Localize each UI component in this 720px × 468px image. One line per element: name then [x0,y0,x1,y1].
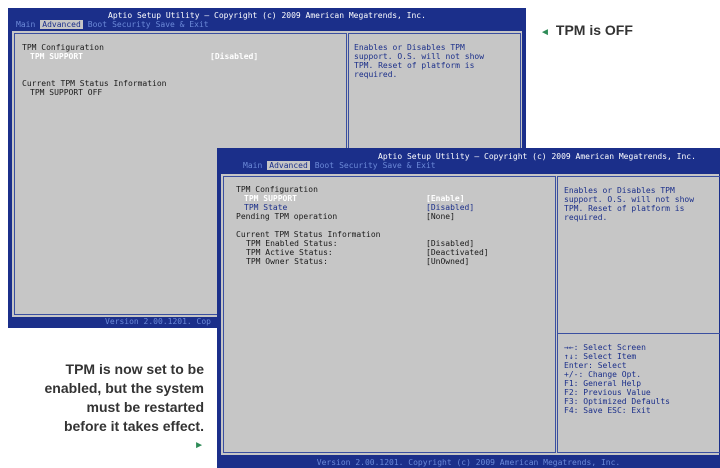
key-help-select-item: ↑↓: Select Item [564,352,637,361]
bios-tab-bar: Main Advanced Boot Security Save & Exit [8,20,526,30]
tpm-enabled-status-label: TPM Enabled Status: [246,239,338,248]
caption-line-4: before it takes effect. [63,418,204,434]
tab-boot[interactable]: Boot [315,161,334,170]
key-help-select-screen: →←: Select Screen [564,343,646,352]
arrow-right-icon: ► [194,440,204,451]
section-title: TPM Configuration [22,43,104,52]
key-help-divider [558,333,720,334]
bios-title: Aptio Setup Utility – Copyright (c) 2009… [378,152,696,161]
caption-tpm-off: ◄ TPM is OFF [540,22,633,38]
tpm-active-status-label: TPM Active Status: [246,248,333,257]
bios-footer: Version 2.00.1201. Copyright (c) 2009 Am… [316,458,621,467]
caption-tpm-enabled: TPM is now set to be enabled, but the sy… [45,360,204,455]
tab-boot[interactable]: Boot [88,20,107,29]
pending-tpm-value: [None] [426,212,455,221]
tab-advanced[interactable]: Advanced [267,161,310,170]
status-section-title: Current TPM Status Information [236,230,381,239]
tpm-owner-status-value: [UnOwned] [426,257,470,266]
bios-main-panel: TPM Configuration TPM SUPPORT [Enable] T… [220,173,720,456]
caption-tpm-off-text: TPM is OFF [555,22,633,38]
tab-save-exit[interactable]: Save & Exit [156,20,209,29]
help-text: Enables or Disables TPM support. O.S. wi… [564,186,699,222]
key-help-previous-value: F2: Previous Value [564,388,651,397]
tab-security[interactable]: Security [112,20,151,29]
tab-main[interactable]: Main [243,161,262,170]
section-title: TPM Configuration [236,185,318,194]
caption-line-2: enabled, but the system [44,380,204,396]
bios-screen-tpm-enabled: Aptio Setup Utility – Copyright (c) 2009… [217,148,720,468]
tab-main[interactable]: Main [16,20,35,29]
tab-save-exit[interactable]: Save & Exit [383,161,436,170]
key-help-change-opt: +/-: Change Opt. [564,370,642,379]
tpm-state-label[interactable]: TPM State [244,203,287,212]
key-help-enter: Enter: Select [564,361,627,370]
status-section-title: Current TPM Status Information [22,79,167,88]
tpm-support-value[interactable]: [Disabled] [210,52,258,61]
tpm-support-label[interactable]: TPM SUPPORT [244,194,297,203]
tpm-enabled-status-value: [Disabled] [426,239,475,248]
tpm-state-value[interactable]: [Disabled] [426,203,474,212]
status-line: TPM SUPPORT OFF [30,88,103,97]
settings-pane: TPM Configuration TPM SUPPORT [Enable] T… [223,176,556,453]
bios-tab-bar: Main Advanced Boot Security Save & Exit [217,161,720,171]
bios-title: Aptio Setup Utility – Copyright (c) 2009… [108,11,426,20]
tpm-support-label[interactable]: TPM SUPPORT [30,52,83,61]
tpm-support-value[interactable]: [Enable] [426,194,465,203]
help-pane: Enables or Disables TPM support. O.S. wi… [557,176,720,453]
key-help-optimized-defaults: F3: Optimized Defaults [564,397,670,406]
caption-line-1: TPM is now set to be [65,361,204,377]
tpm-owner-status-label: TPM Owner Status: [246,257,328,266]
tab-security[interactable]: Security [339,161,378,170]
arrow-left-icon: ◄ [540,27,550,38]
help-text: Enables or Disables TPM support. O.S. wi… [354,43,489,79]
caption-line-3: must be restarted [86,399,204,415]
key-help-general-help: F1: General Help [564,379,642,388]
key-help-save-exit: F4: Save ESC: Exit [564,406,651,415]
pending-tpm-label: Pending TPM operation [236,212,338,221]
tpm-active-status-value: [Deactivated] [426,248,489,257]
tab-advanced[interactable]: Advanced [40,20,83,29]
